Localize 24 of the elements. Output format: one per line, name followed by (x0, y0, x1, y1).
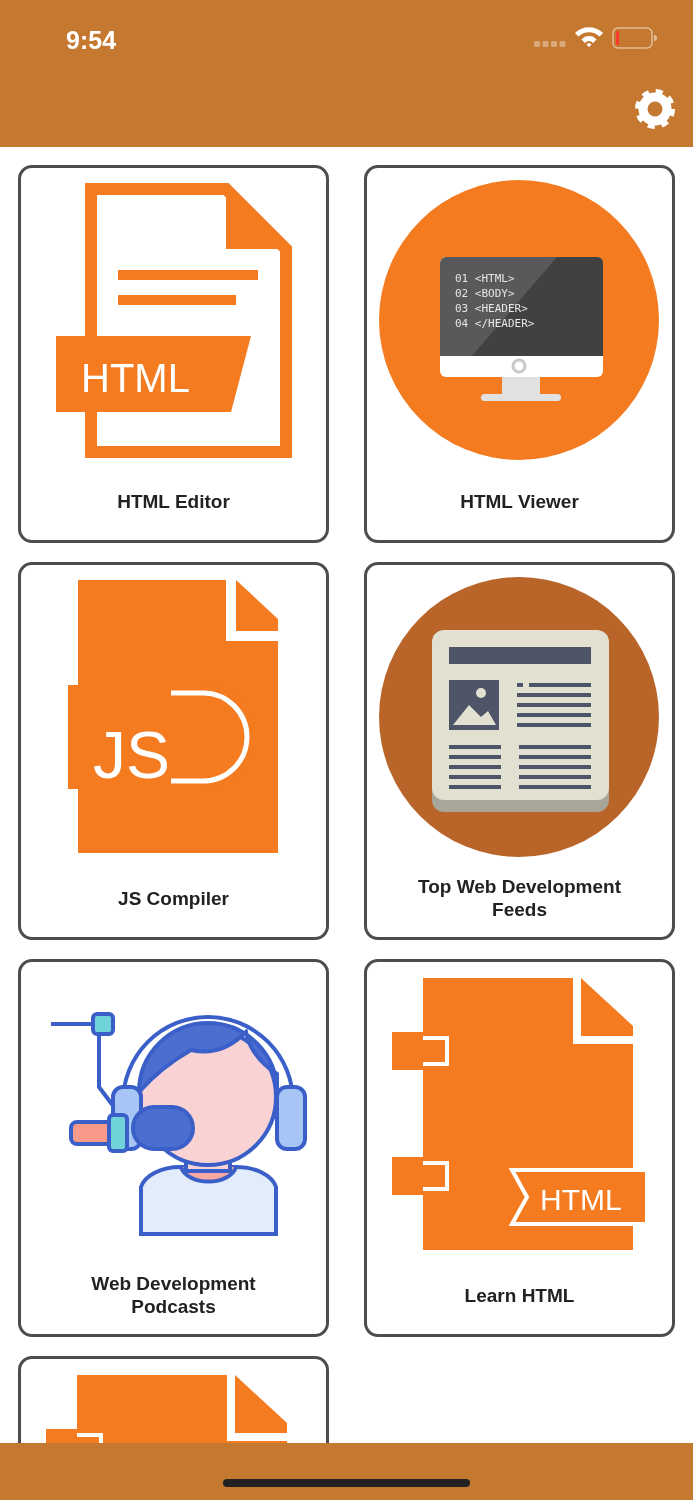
signal-icon (534, 40, 566, 48)
battery-icon (612, 27, 658, 49)
document-icon (56, 183, 292, 458)
document-icon (46, 1375, 287, 1443)
code-line: 01 <HTML> (455, 272, 515, 285)
app-tile[interactable]: HTML Learn HTML (364, 959, 675, 1337)
monitor-icon (379, 180, 659, 460)
app-tile[interactable]: Top Web Development Feeds (364, 562, 675, 940)
icon-text: JS (93, 718, 171, 792)
wifi-icon (574, 26, 604, 48)
code-line: 02 <BODY> (455, 287, 515, 300)
app-tile[interactable]: 01 <HTML> 02 <BODY> 03 <HEADER> 04 </HEADER> HTML Viewer (364, 165, 675, 543)
app-tile[interactable]: HTML HTML Editor (18, 165, 329, 543)
code-line: 04 </HEADER> (455, 317, 535, 330)
app-tile[interactable]: Web Development Podcasts (18, 959, 329, 1337)
code-line: 03 <HEADER> (455, 302, 528, 315)
icon-text: HTML (540, 1183, 622, 1216)
status-time: 9:54 (66, 25, 117, 56)
settings-button[interactable] (632, 86, 678, 132)
settings-icon (633, 87, 677, 131)
document-icon (68, 580, 278, 853)
icon-text: HTML (81, 356, 190, 400)
app-tile[interactable]: JS JS Compiler (18, 562, 329, 940)
newspaper-icon (379, 577, 659, 857)
